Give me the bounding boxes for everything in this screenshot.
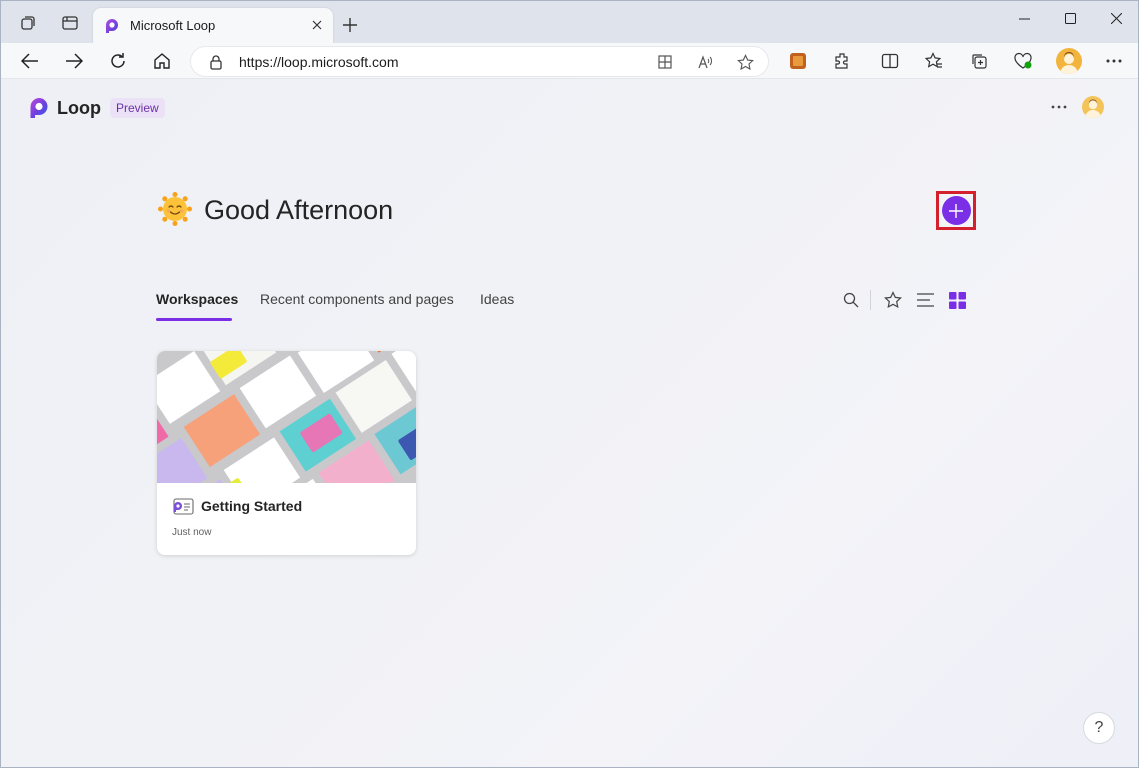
extension-app-icon[interactable]: [785, 48, 811, 74]
preview-badge: Preview: [110, 98, 165, 118]
more-options-icon[interactable]: [1047, 95, 1071, 119]
greeting-heading: Good Afternoon: [204, 195, 394, 225]
favorites-icon[interactable]: [921, 48, 947, 74]
user-avatar[interactable]: [1082, 96, 1104, 118]
help-button[interactable]: ?: [1083, 712, 1115, 744]
split-screen-icon[interactable]: [877, 48, 903, 74]
collections-icon[interactable]: [966, 48, 992, 74]
settings-more-icon[interactable]: [1101, 48, 1127, 74]
tab-actions-icon[interactable]: [58, 11, 82, 35]
tab-title: Microsoft Loop: [130, 18, 216, 33]
active-tab-indicator: [156, 318, 232, 321]
workspace-cover-image: [157, 351, 416, 483]
back-icon[interactable]: [16, 47, 44, 75]
address-bar[interactable]: https://loop.microsoft.com: [190, 46, 769, 77]
forward-icon[interactable]: [60, 47, 88, 75]
workspace-timestamp: Just now: [172, 527, 212, 538]
loop-logo-icon[interactable]: [28, 97, 50, 119]
new-tab-icon[interactable]: [339, 14, 361, 36]
workspace-title[interactable]: Getting Started: [201, 498, 302, 514]
read-aloud-icon[interactable]: [695, 52, 715, 72]
workspace-card[interactable]: Getting Started Just now: [157, 351, 416, 555]
list-view-icon[interactable]: [914, 289, 936, 311]
add-workspace-button[interactable]: [936, 191, 976, 230]
profile-avatar-icon[interactable]: [1056, 48, 1082, 74]
title-bar: Microsoft Loop: [1, 1, 1138, 43]
workspaces-icon[interactable]: [16, 11, 40, 35]
app-name[interactable]: Loop: [57, 98, 101, 119]
tab-recent[interactable]: Recent components and pages: [260, 291, 454, 307]
favorites-star-icon[interactable]: [882, 289, 904, 311]
tab-ideas[interactable]: Ideas: [480, 291, 514, 307]
grid-view-icon[interactable]: [946, 289, 968, 311]
search-icon[interactable]: [840, 289, 862, 311]
address-url[interactable]: https://loop.microsoft.com: [239, 54, 399, 70]
browser-toolbar: https://loop.microsoft.com: [1, 43, 1138, 79]
toolbar-divider: [870, 290, 871, 310]
plus-icon[interactable]: [941, 196, 971, 225]
browser-tab[interactable]: Microsoft Loop: [93, 8, 333, 43]
workspace-icon: [173, 498, 194, 515]
app-available-icon[interactable]: [655, 52, 675, 72]
home-icon[interactable]: [148, 47, 176, 75]
favorite-star-icon[interactable]: [735, 52, 755, 72]
tab-workspaces[interactable]: Workspaces: [156, 291, 238, 307]
browser-window: Microsoft Loop https://loop.microsoft.co…: [0, 0, 1139, 768]
close-icon[interactable]: [1093, 4, 1139, 32]
sun-face-icon: [158, 192, 192, 226]
loop-page: Loop Preview Good Afternoon Workspaces R…: [1, 79, 1138, 767]
maximize-icon[interactable]: [1047, 4, 1093, 32]
extensions-icon[interactable]: [829, 48, 855, 74]
refresh-icon[interactable]: [104, 47, 132, 75]
minimize-icon[interactable]: [1001, 4, 1047, 32]
loop-favicon-icon: [106, 19, 118, 33]
browser-essentials-icon[interactable]: [1010, 48, 1036, 74]
close-tab-icon[interactable]: [307, 15, 327, 35]
lock-icon[interactable]: [209, 54, 223, 70]
